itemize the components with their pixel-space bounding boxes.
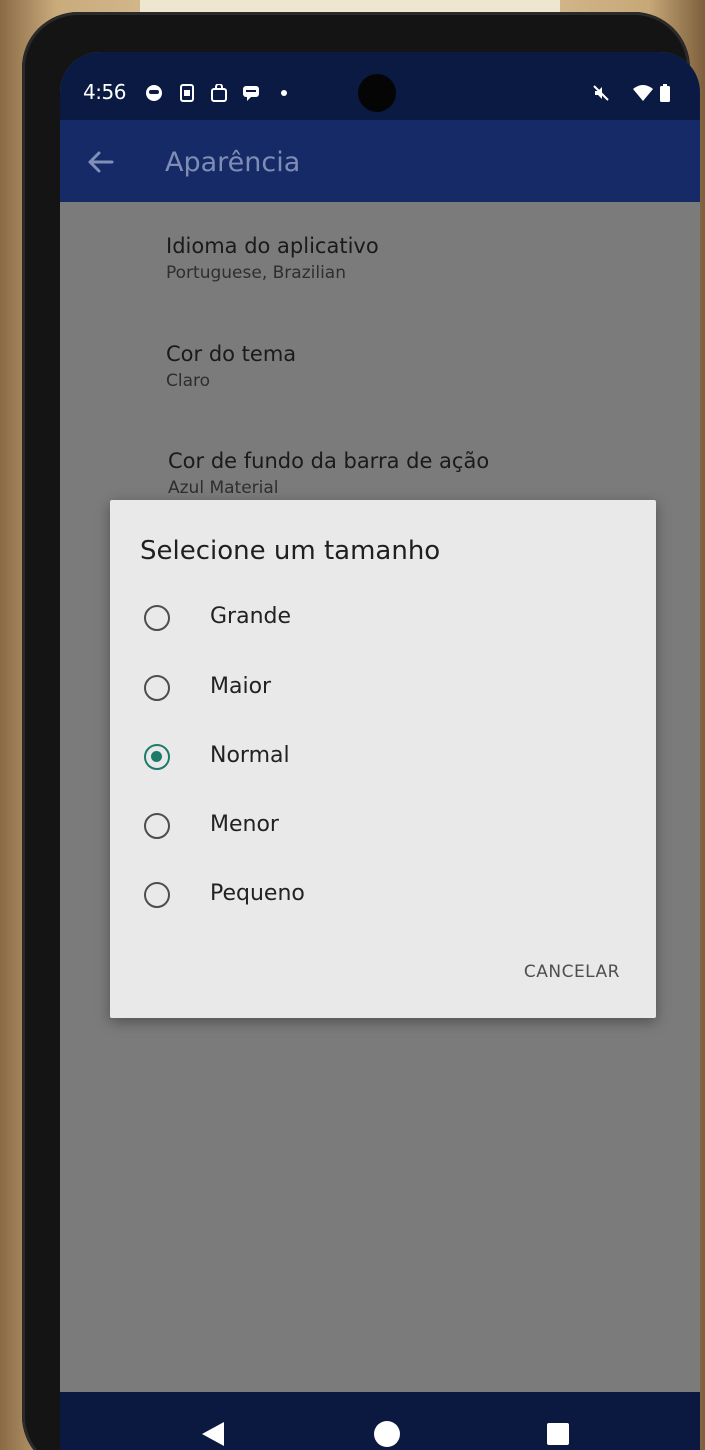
- option-maior[interactable]: Maior: [144, 664, 624, 716]
- back-icon[interactable]: [200, 1420, 226, 1448]
- pref-title: Idioma do aplicativo: [166, 234, 379, 258]
- radio-button[interactable]: [144, 882, 170, 908]
- dot-icon: [281, 90, 287, 96]
- pref-subtitle: Azul Material: [168, 478, 279, 498]
- phone-frame: 4:56 Aparência Idioma do aplicativo Port…: [22, 12, 700, 1450]
- pref-subtitle: Claro: [166, 371, 211, 391]
- sim-icon: [180, 84, 194, 102]
- status-time: 4:56: [83, 80, 126, 104]
- pref-title: Cor do tema: [166, 342, 297, 366]
- dialog-title: Selecione um tamanho: [140, 536, 441, 566]
- app-bar: [60, 120, 700, 202]
- radio-button-selected[interactable]: [144, 744, 170, 770]
- pref-app-language[interactable]: Idioma do aplicativo Portuguese, Brazili…: [166, 234, 379, 283]
- option-label: Maior: [210, 674, 272, 699]
- recents-icon[interactable]: [546, 1422, 570, 1446]
- option-label: Grande: [210, 604, 292, 629]
- pref-subtitle: Portuguese, Brazilian: [166, 263, 346, 283]
- option-label: Normal: [210, 743, 290, 768]
- size-dialog: Selecione um tamanho Grande Maior Normal…: [110, 500, 656, 1018]
- option-grande[interactable]: Grande: [144, 594, 624, 646]
- pref-theme-color[interactable]: Cor do tema Claro: [166, 342, 296, 391]
- mute-icon: [593, 85, 609, 101]
- radio-button[interactable]: [144, 813, 170, 839]
- option-normal[interactable]: Normal: [144, 733, 624, 785]
- radio-button[interactable]: [144, 675, 170, 701]
- pref-title: Cor de fundo da barra de ação: [168, 449, 490, 473]
- page-title: Aparência: [165, 147, 301, 178]
- front-camera: [358, 74, 396, 112]
- pref-action-bar-color[interactable]: Cor de fundo da barra de ação Azul Mater…: [168, 449, 489, 498]
- home-icon[interactable]: [373, 1420, 401, 1448]
- bag-icon: [211, 84, 227, 102]
- wifi-icon: [633, 85, 653, 101]
- option-label: Pequeno: [210, 881, 305, 906]
- cancel-button[interactable]: CANCELAR: [524, 962, 620, 982]
- face-icon: [146, 85, 162, 101]
- option-pequeno[interactable]: Pequeno: [144, 871, 624, 923]
- status-bar: 4:56: [60, 52, 700, 120]
- radio-button[interactable]: [144, 605, 170, 631]
- arrow-back-icon[interactable]: [86, 148, 114, 176]
- option-menor[interactable]: Menor: [144, 802, 624, 854]
- navigation-bar: [60, 1392, 700, 1450]
- screen: 4:56 Aparência Idioma do aplicativo Port…: [60, 52, 700, 1450]
- battery-icon: [660, 84, 670, 102]
- option-label: Menor: [210, 812, 279, 837]
- message-icon: [243, 86, 259, 101]
